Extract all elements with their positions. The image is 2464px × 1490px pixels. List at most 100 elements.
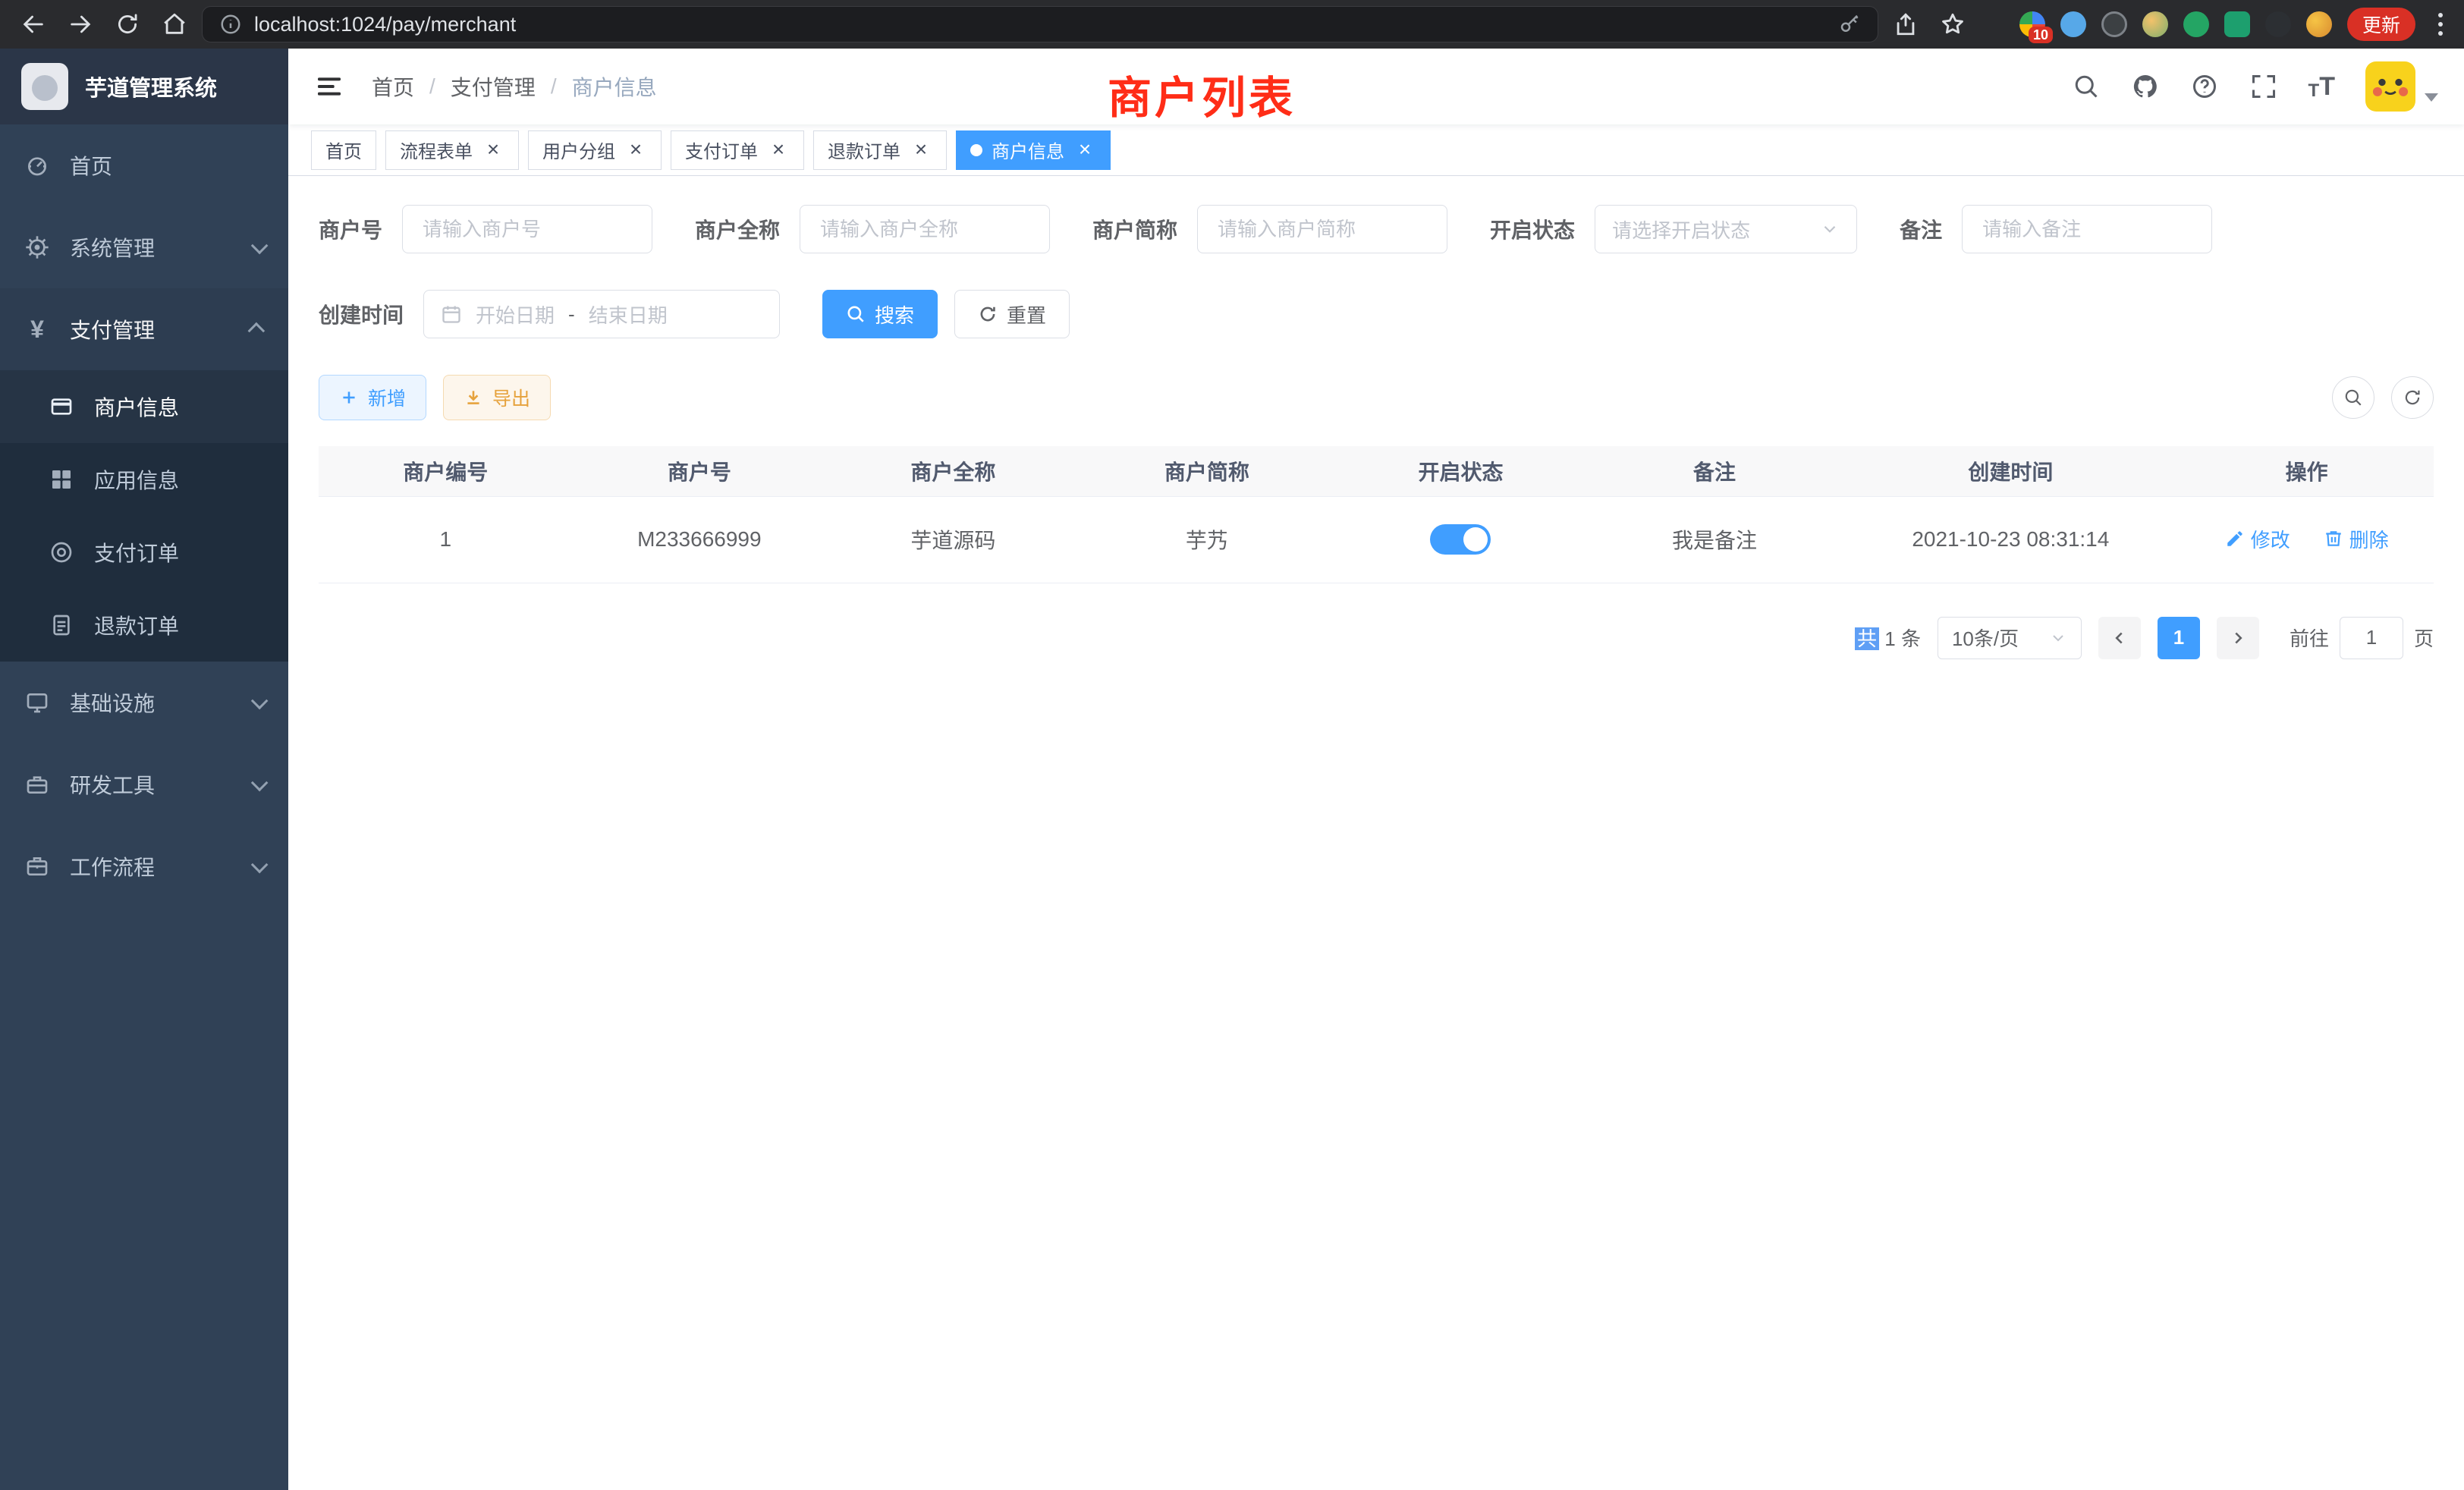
- extension-icon-avatar[interactable]: [2142, 11, 2168, 37]
- sidebar-item-label: 商户信息: [94, 391, 179, 422]
- close-icon[interactable]: ×: [767, 139, 790, 162]
- navbar-actions: TT: [2072, 61, 2438, 112]
- user-menu[interactable]: [2365, 61, 2438, 112]
- logo-image: [21, 63, 68, 110]
- chevron-down-icon: [251, 857, 269, 874]
- sidebar-item-app-info[interactable]: 应用信息: [0, 443, 288, 516]
- back-icon[interactable]: [14, 5, 53, 44]
- app-logo[interactable]: 芋道管理系统: [0, 49, 288, 124]
- cell-create-time: 2021-10-23 08:31:14: [1841, 496, 2180, 583]
- chevron-down-icon: [2049, 629, 2067, 647]
- tab-pay-order[interactable]: 支付订单 ×: [671, 130, 804, 170]
- sidebar-item-system[interactable]: 系统管理: [0, 206, 288, 288]
- address-bar[interactable]: localhost:1024/pay/merchant: [202, 6, 1878, 42]
- sidebar-item-workflow[interactable]: 工作流程: [0, 825, 288, 907]
- navbar: 首页 / 支付管理 / 商户信息 商户列表 TT: [288, 49, 2464, 124]
- date-range-picker[interactable]: 开始日期 - 结束日期: [423, 290, 780, 338]
- goto-page-input[interactable]: [2340, 617, 2403, 659]
- extension-icon-green-circle[interactable]: [2183, 11, 2209, 37]
- forward-icon[interactable]: [61, 5, 100, 44]
- date-start-placeholder: 开始日期: [476, 300, 555, 328]
- reload-icon[interactable]: [108, 5, 147, 44]
- help-icon[interactable]: [2190, 72, 2219, 101]
- site-info-icon[interactable]: [219, 13, 242, 36]
- tab-home[interactable]: 首页: [311, 130, 376, 170]
- edit-link[interactable]: 修改: [2225, 525, 2290, 553]
- bookmark-star-icon[interactable]: [1933, 5, 1972, 44]
- card-icon: [49, 394, 74, 420]
- sidebar-item-infrastructure[interactable]: 基础设施: [0, 662, 288, 743]
- sidebar-item-label: 支付订单: [94, 537, 179, 567]
- close-icon[interactable]: ×: [1073, 139, 1096, 162]
- sidebar-item-payment[interactable]: ¥ 支付管理: [0, 288, 288, 370]
- password-key-icon[interactable]: [1838, 13, 1861, 36]
- cell-remark: 我是备注: [1588, 496, 1842, 583]
- filter-remark: 备注: [1900, 205, 2212, 253]
- refresh-icon: [2403, 388, 2422, 407]
- next-page-button[interactable]: [2217, 617, 2259, 659]
- delete-link[interactable]: 删除: [2324, 525, 2389, 553]
- sidebar-item-refund-order[interactable]: 退款订单: [0, 589, 288, 662]
- merchant-no-input[interactable]: [402, 205, 652, 253]
- github-icon[interactable]: [2131, 72, 2160, 101]
- chevron-down-icon: [1820, 219, 1840, 239]
- sidebar-item-home[interactable]: 首页: [0, 124, 288, 206]
- page-1-button[interactable]: 1: [2158, 617, 2200, 659]
- extension-icon-ring[interactable]: [2101, 11, 2127, 37]
- status-select[interactable]: 请选择开启状态: [1595, 205, 1857, 253]
- search-icon[interactable]: [2072, 72, 2101, 101]
- extension-icon-colorwheel[interactable]: 10: [2019, 11, 2045, 37]
- search-button[interactable]: 搜索: [822, 290, 938, 338]
- close-icon[interactable]: ×: [910, 139, 932, 162]
- active-dot: [970, 144, 982, 156]
- status-toggle[interactable]: [1430, 524, 1491, 555]
- page-size-select[interactable]: 10条/页: [1938, 617, 2082, 659]
- delete-icon: [2324, 529, 2343, 549]
- share-icon[interactable]: [1886, 5, 1925, 44]
- refresh-table-button[interactable]: [2391, 376, 2434, 419]
- extension-icon-green-book[interactable]: [2224, 11, 2250, 37]
- add-button[interactable]: 新增: [319, 375, 426, 420]
- filter-row-1: 商户号 商户全称 商户简称 开启状态 请选择开启状态 备注: [319, 205, 2434, 253]
- font-size-icon[interactable]: TT: [2308, 72, 2335, 102]
- url-text: localhost:1024/pay/merchant: [254, 13, 516, 36]
- sidebar-item-pay-order[interactable]: 支付订单: [0, 516, 288, 589]
- chevron-down-icon: [251, 775, 269, 792]
- sidebar-item-merchant-info[interactable]: 商户信息: [0, 370, 288, 443]
- remark-input[interactable]: [1962, 205, 2212, 253]
- breadcrumb-payment[interactable]: 支付管理: [451, 71, 536, 102]
- sidebar-item-devtools[interactable]: 研发工具: [0, 743, 288, 825]
- prev-page-button[interactable]: [2098, 617, 2141, 659]
- app-title: 芋道管理系统: [85, 71, 217, 102]
- tab-merchant-info[interactable]: 商户信息 ×: [956, 130, 1111, 170]
- browser-menu-icon[interactable]: [2431, 13, 2450, 36]
- extension-icon-puzzle[interactable]: [2265, 11, 2291, 37]
- sidebar-toggle-icon[interactable]: [314, 71, 344, 102]
- main-area: 首页 / 支付管理 / 商户信息 商户列表 TT: [288, 49, 2464, 1490]
- merchant-name-input[interactable]: [800, 205, 1050, 253]
- tab-user-group[interactable]: 用户分组 ×: [528, 130, 662, 170]
- home-icon[interactable]: [155, 5, 194, 44]
- extension-icon-emoji[interactable]: [2306, 11, 2332, 37]
- browser-update-button[interactable]: 更新: [2347, 8, 2415, 41]
- close-icon[interactable]: ×: [482, 139, 504, 162]
- reset-button[interactable]: 重置: [954, 290, 1070, 338]
- edit-icon: [2225, 529, 2245, 549]
- table-toolbar: 新增 导出: [319, 375, 2434, 420]
- document-icon: [49, 612, 74, 638]
- chevron-down-icon: [251, 237, 269, 255]
- cell-id: 1: [319, 496, 573, 583]
- tab-refund-order[interactable]: 退款订单 ×: [813, 130, 947, 170]
- merchant-short-input[interactable]: [1197, 205, 1447, 253]
- breadcrumb-home[interactable]: 首页: [372, 71, 414, 102]
- dashboard-icon: [24, 152, 50, 178]
- tab-process-form[interactable]: 流程表单 ×: [385, 130, 519, 170]
- toggle-search-button[interactable]: [2332, 376, 2374, 419]
- sidebar-item-label: 工作流程: [70, 851, 155, 882]
- search-icon: [846, 304, 866, 324]
- export-button[interactable]: 导出: [443, 375, 551, 420]
- extension-icon-droplet[interactable]: [2060, 11, 2086, 37]
- close-icon[interactable]: ×: [624, 139, 647, 162]
- date-end-placeholder: 结束日期: [589, 300, 668, 328]
- fullscreen-icon[interactable]: [2249, 72, 2278, 101]
